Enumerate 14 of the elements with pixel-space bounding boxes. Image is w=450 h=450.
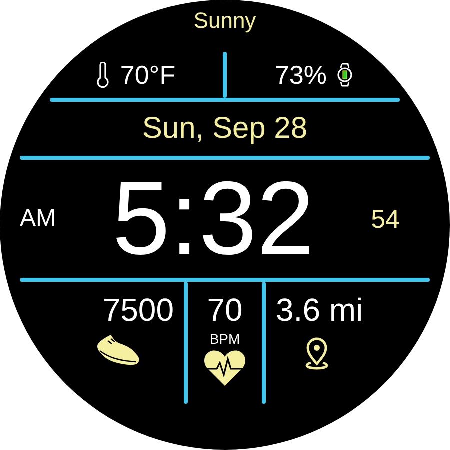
temperature-value: 70°F [120,60,176,90]
am-pm-label: AM [20,205,56,233]
heart-rate-icon [203,349,247,387]
time-display: 5:32 [112,167,315,271]
battery-value: 73% [274,60,328,90]
stat-value: 7500 [102,292,174,329]
stat-value: 70 [207,292,243,329]
watch-battery-icon [337,63,354,87]
stat-value: 3.6 mi [276,292,364,329]
date-label: Sun, Sep 28 [142,111,308,147]
unit-label: BPM [210,331,240,347]
thermometer-icon [96,62,110,88]
seconds-label: 54 [371,204,400,234]
weather-label: Sunny [194,8,256,35]
